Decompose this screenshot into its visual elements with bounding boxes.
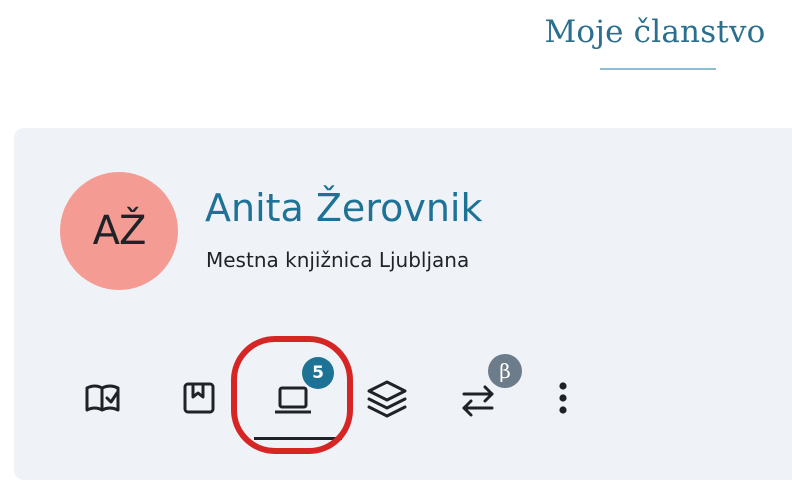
arrows-exchange-icon <box>462 385 494 417</box>
beta-badge: β <box>488 354 522 388</box>
tab-collections[interactable] <box>362 374 412 424</box>
tab-loans[interactable] <box>78 376 128 420</box>
open-book-check-icon <box>85 384 120 412</box>
membership-page: Moje članstvo AŽ Anita Žerovnik Mestna k… <box>0 0 792 485</box>
layers-icon <box>367 380 407 418</box>
emedia-count-badge: 5 <box>302 357 334 389</box>
more-button[interactable] <box>548 376 578 420</box>
bookmark-book-icon <box>183 382 215 414</box>
title-underline <box>600 68 716 70</box>
more-vertical-icon <box>559 382 567 414</box>
library-name: Mestna knjižnica Ljubljana <box>206 248 470 272</box>
page-title: Moje članstvo <box>544 14 766 50</box>
tab-reservations[interactable] <box>174 374 224 422</box>
avatar: AŽ <box>60 172 178 290</box>
active-tab-indicator <box>254 437 342 440</box>
user-name: Anita Žerovnik <box>205 186 483 230</box>
laptop-icon <box>275 386 311 414</box>
